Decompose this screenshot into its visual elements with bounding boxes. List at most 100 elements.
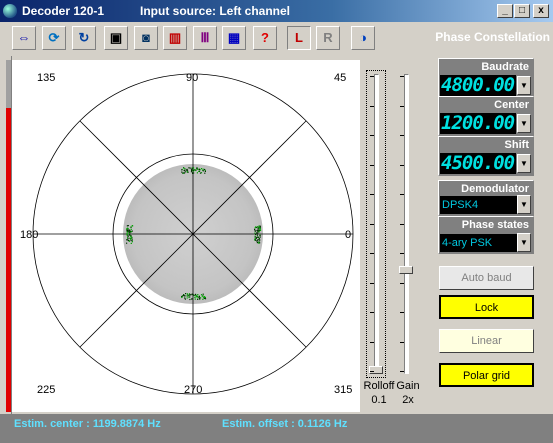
grid-icon[interactable]: ▦ (222, 26, 246, 50)
gain-track[interactable] (404, 74, 409, 374)
constellation-point (130, 240, 132, 242)
demodulator-dropdown-icon[interactable]: ▼ (517, 195, 531, 214)
angle-90-label: 90 (186, 72, 199, 84)
constellation-point (259, 236, 261, 238)
constellation-point (129, 230, 131, 232)
slider-tick (370, 76, 374, 77)
rolloff-thumb[interactable] (369, 366, 383, 374)
save-icon[interactable]: ▣ (104, 26, 128, 50)
constellation-point (188, 293, 191, 295)
maximize-button[interactable]: □ (514, 4, 530, 18)
constellation-point (192, 167, 194, 169)
app-icon[interactable] (3, 4, 17, 18)
constellation-point (181, 296, 183, 298)
spectrum-icon[interactable]: Ⅲ (193, 26, 217, 50)
phase-states-label: Phase states (461, 219, 529, 231)
slider-tick (400, 341, 404, 343)
constellation-point (200, 297, 202, 299)
constellation-point (131, 241, 133, 243)
constellation-point (127, 230, 129, 232)
estimated-center: Estim. center : 1199.8874 Hz (14, 418, 161, 430)
input-source-label: Input source: Left channel (140, 4, 291, 18)
slider-tick (400, 371, 404, 372)
center-label: Center (494, 99, 529, 111)
slider-tick (400, 194, 404, 195)
constellation-point (202, 298, 204, 300)
rolloff-value: 0.1 (371, 394, 387, 406)
signal-level-empty (6, 60, 11, 108)
auto-baud-button[interactable]: Auto baud (439, 266, 534, 290)
minimize-button[interactable]: _ (497, 4, 513, 18)
constellation-point (184, 298, 186, 300)
constellation-point (183, 167, 185, 169)
lock-l-icon[interactable]: L (287, 26, 311, 50)
constellation-point (258, 226, 260, 228)
constellation-point (203, 168, 206, 171)
constellation-point (184, 295, 186, 297)
constellation-point (257, 232, 259, 234)
slider-tick (400, 253, 404, 254)
slider-tick (400, 135, 404, 136)
refresh-icon[interactable]: ⟳ (42, 26, 66, 50)
slider-tick (400, 105, 404, 107)
constellation-point (186, 293, 189, 295)
constellation-point (183, 169, 185, 172)
demodulator-select[interactable]: DPSK4 (440, 196, 518, 214)
power-icon[interactable]: ◑ (351, 26, 375, 50)
close-button[interactable]: x (533, 4, 549, 18)
constellation-point (190, 171, 193, 173)
constellation-point (194, 169, 196, 171)
baudrate-dropdown-icon[interactable]: ▼ (517, 76, 531, 95)
center-dropdown-icon[interactable]: ▼ (517, 114, 531, 133)
constellation-point (195, 169, 197, 171)
constellation-point (194, 298, 196, 300)
rolloff-track[interactable] (374, 74, 379, 374)
baudrate-display: 4800.00 (440, 75, 516, 96)
signal-level-bar (6, 108, 11, 412)
help-icon[interactable]: ? (253, 26, 277, 50)
constellation-point (130, 231, 132, 233)
constellation-point (126, 233, 128, 236)
baudrate-label: Baudrate (481, 61, 529, 73)
constellation-point (186, 168, 188, 170)
constellation-point (256, 234, 258, 236)
slider-tick (370, 164, 374, 166)
constellation-point (255, 233, 257, 235)
shift-dropdown-icon[interactable]: ▼ (517, 154, 531, 173)
constellation-point (200, 168, 203, 170)
constellation-point (184, 168, 186, 170)
panel-title: Phase Constellation (435, 30, 550, 44)
constellation-point (256, 226, 259, 228)
constellation-point (259, 228, 261, 230)
linear-button[interactable]: Linear (439, 329, 534, 353)
constellation-point (254, 227, 256, 229)
sync-icon[interactable]: ↻ (72, 26, 96, 50)
input-level-icon[interactable]: ⇔ (12, 26, 36, 50)
constellation-point (204, 172, 206, 174)
gain-thumb[interactable] (399, 266, 413, 274)
constellation-point (183, 294, 185, 296)
constellation-point (258, 225, 260, 227)
constellation-point (198, 169, 200, 171)
angle-0-label: 0 (345, 229, 352, 241)
constellation-point (126, 242, 128, 244)
phase-states-dropdown-icon[interactable]: ▼ (517, 233, 531, 252)
constellation-point (126, 231, 129, 233)
polar-grid-button[interactable]: Polar grid (439, 363, 534, 387)
center-display: 1200.00 (440, 113, 516, 134)
lock-button[interactable]: Lock (439, 295, 534, 319)
shift-label: Shift (504, 139, 529, 151)
color-bars-icon[interactable]: ▥ (163, 26, 187, 50)
constellation-point (196, 295, 198, 297)
constellation-point (256, 239, 258, 241)
constellation-point (198, 170, 200, 172)
lock-r-icon[interactable]: R (316, 26, 340, 50)
constellation-point (186, 295, 188, 297)
constellation-point (259, 235, 261, 237)
camera-icon[interactable]: ◙ (134, 26, 158, 50)
constellation-point (126, 225, 128, 227)
constellation-point (192, 172, 194, 174)
constellation-point (254, 239, 256, 241)
phase-states-select[interactable]: 4-ary PSK (440, 234, 518, 252)
constellation-point (188, 294, 190, 296)
